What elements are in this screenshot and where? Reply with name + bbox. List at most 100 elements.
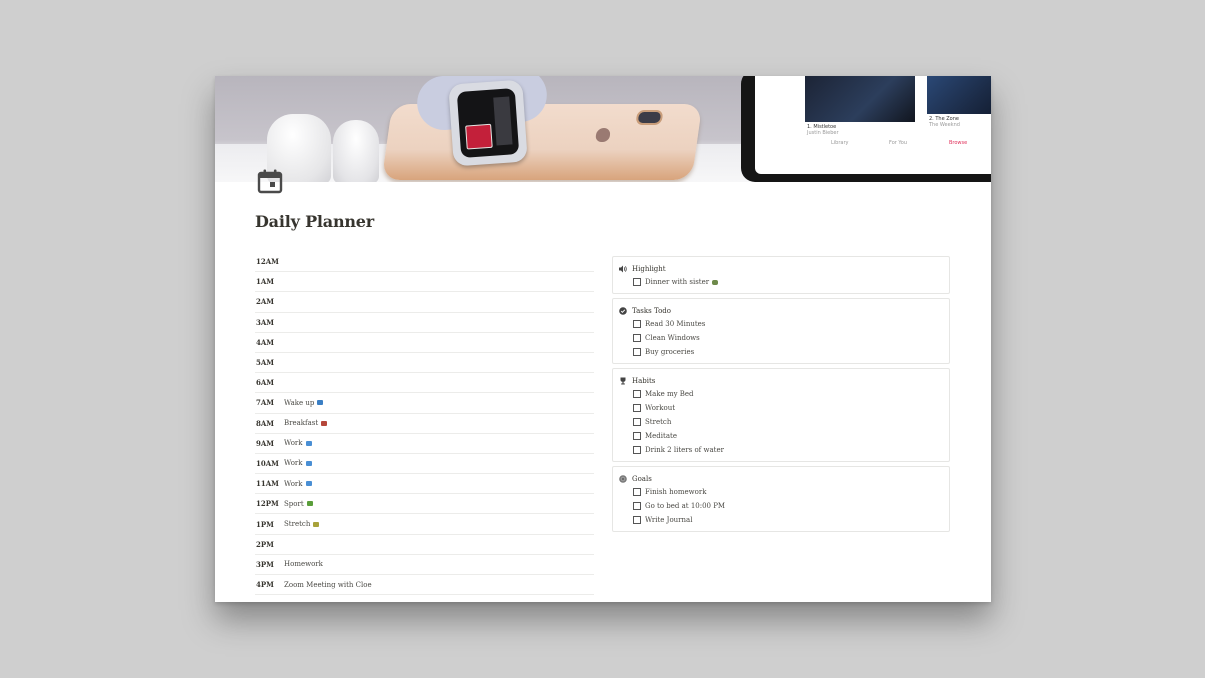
card-title: Goals bbox=[632, 475, 652, 483]
todo-checkbox[interactable] bbox=[633, 446, 641, 454]
card-tasks-todo: Tasks Todo Read 30 Minutes Clean Windows Bu… bbox=[612, 298, 950, 364]
todo-label[interactable]: Drink 2 liters of water bbox=[645, 446, 724, 454]
todo-item: Go to bed at 10:00 PM bbox=[619, 499, 943, 513]
todo-label[interactable]: Read 30 Minutes bbox=[645, 320, 705, 328]
cover-ipad: 1. Mistletoe Justin Bieber 2. The Zone T… bbox=[741, 76, 991, 182]
phone-camera bbox=[635, 110, 664, 125]
schedule-time: 10AM bbox=[256, 458, 279, 468]
todo-label[interactable]: Buy groceries bbox=[645, 348, 694, 356]
todo-item: Read 30 Minutes bbox=[619, 317, 943, 331]
todo-checkbox[interactable] bbox=[633, 334, 641, 342]
schedule-task[interactable]: Zoom Meeting with Cloe bbox=[284, 581, 372, 589]
schedule-row[interactable]: 3PM Homework bbox=[255, 555, 594, 575]
schedule-row[interactable]: 2AM bbox=[255, 292, 594, 313]
target-icon bbox=[619, 475, 627, 483]
schedule-row[interactable]: 7AM Wake up bbox=[255, 393, 594, 414]
laptop-icon bbox=[305, 481, 312, 487]
schedule-time: 12AM bbox=[256, 257, 279, 267]
todo-checkbox[interactable] bbox=[633, 320, 641, 328]
card-habits: Habits Make my Bed Workout Stretch Meditate D… bbox=[612, 368, 950, 462]
todo-label[interactable]: Dinner with sister bbox=[645, 278, 709, 286]
todo-checkbox[interactable] bbox=[633, 278, 641, 286]
card-title: Highlight bbox=[632, 265, 666, 273]
todo-label[interactable]: Make my Bed bbox=[645, 390, 694, 398]
todo-item: Drink 2 liters of water bbox=[619, 443, 943, 457]
todo-checkbox[interactable] bbox=[633, 432, 641, 440]
schedule-task[interactable]: Work bbox=[284, 459, 303, 467]
music-tab-library: Library bbox=[831, 140, 849, 146]
cover-image[interactable]: 1. Mistletoe Justin Bieber 2. The Zone T… bbox=[215, 76, 991, 182]
todo-label[interactable]: Write Journal bbox=[645, 516, 692, 524]
schedule-task[interactable]: Breakfast bbox=[284, 419, 318, 427]
todo-item: Finish homework bbox=[619, 485, 943, 499]
todo-label[interactable]: Workout bbox=[645, 404, 675, 412]
schedule-row[interactable]: 1PM Stretch bbox=[255, 514, 594, 535]
card-header: Goals bbox=[619, 473, 943, 485]
schedule-task[interactable]: Work bbox=[284, 480, 303, 488]
laptop-icon bbox=[305, 460, 312, 466]
card-header: Tasks Todo bbox=[619, 305, 943, 317]
schedule-row[interactable]: 2PM bbox=[255, 535, 594, 555]
schedule-row[interactable]: 3AM bbox=[255, 313, 594, 333]
planner-cards: Highlight Dinner with sister Tasks Todo Rea… bbox=[612, 256, 950, 536]
schedule-task[interactable]: Work bbox=[284, 439, 303, 447]
todo-checkbox[interactable] bbox=[633, 348, 641, 356]
watch-album-art bbox=[465, 123, 493, 150]
schedule-time: 1PM bbox=[256, 519, 274, 529]
todo-item: Meditate bbox=[619, 429, 943, 443]
schedule-row[interactable]: 6AM bbox=[255, 373, 594, 394]
music-tab-browse: Browse bbox=[949, 140, 968, 146]
check-circle-icon bbox=[619, 307, 627, 315]
schedule-time: 4AM bbox=[256, 337, 275, 347]
schedule-task[interactable]: Stretch bbox=[284, 520, 310, 528]
schedule-row[interactable]: 9AM Work bbox=[255, 434, 594, 454]
schedule-time: 7AM bbox=[256, 398, 275, 408]
apple-logo-icon bbox=[595, 128, 611, 142]
schedule-row[interactable]: 11AM Work bbox=[255, 474, 594, 495]
todo-checkbox[interactable] bbox=[633, 404, 641, 412]
todo-label[interactable]: Clean Windows bbox=[645, 334, 700, 342]
schedule-row[interactable]: 4PM Zoom Meeting with Cloe bbox=[255, 575, 594, 596]
schedule-row[interactable]: 4AM bbox=[255, 333, 594, 353]
todo-checkbox[interactable] bbox=[633, 516, 641, 524]
todo-label[interactable]: Stretch bbox=[645, 418, 671, 426]
plate-icon bbox=[712, 279, 719, 285]
schedule-row[interactable]: 5AM bbox=[255, 353, 594, 374]
schedule-task[interactable]: Sport bbox=[284, 500, 304, 508]
todo-item: Clean Windows bbox=[619, 331, 943, 345]
todo-checkbox[interactable] bbox=[633, 418, 641, 426]
music-tab-for-you: For You bbox=[889, 140, 908, 146]
schedule-row[interactable]: 8AM Breakfast bbox=[255, 414, 594, 434]
todo-item: Buy groceries bbox=[619, 345, 943, 359]
card-header: Habits bbox=[619, 375, 943, 387]
schedule-row[interactable]: 1AM bbox=[255, 272, 594, 293]
card-title: Habits bbox=[632, 377, 656, 385]
todo-item: Workout bbox=[619, 401, 943, 415]
card-goals: Goals Finish homework Go to bed at 10:00 P… bbox=[612, 466, 950, 532]
todo-checkbox[interactable] bbox=[633, 488, 641, 496]
cover-apple-watch bbox=[448, 79, 528, 167]
notion-page: 1. Mistletoe Justin Bieber 2. The Zone T… bbox=[215, 76, 991, 602]
schedule-row[interactable]: 10AM Work bbox=[255, 454, 594, 475]
bed-icon bbox=[317, 400, 324, 406]
speaker-icon bbox=[619, 265, 627, 273]
schedule-task[interactable]: Homework bbox=[284, 560, 323, 568]
schedule-task[interactable]: Wake up bbox=[284, 399, 314, 407]
schedule-row[interactable]: 12AM bbox=[255, 252, 594, 273]
todo-label[interactable]: Go to bed at 10:00 PM bbox=[645, 502, 725, 510]
todo-label[interactable]: Meditate bbox=[645, 432, 677, 440]
hourly-schedule: 12AM 1AM 2AM 3AM 4AM 5AM 6AM 7AM Wake up 8AM Break… bbox=[255, 252, 594, 596]
calendar-icon[interactable] bbox=[257, 168, 283, 194]
schedule-row[interactable]: 12PM Sport bbox=[255, 494, 594, 515]
card-title: Tasks Todo bbox=[632, 307, 671, 315]
page-title: Daily Planner bbox=[255, 212, 375, 231]
todo-checkbox[interactable] bbox=[633, 390, 641, 398]
todo-checkbox[interactable] bbox=[633, 502, 641, 510]
album-art-1 bbox=[805, 76, 915, 122]
schedule-time: 5AM bbox=[256, 358, 275, 368]
schedule-time: 2AM bbox=[256, 297, 275, 307]
card-highlight: Highlight Dinner with sister bbox=[612, 256, 950, 294]
schedule-time: 12PM bbox=[256, 499, 279, 509]
todo-item: Write Journal bbox=[619, 513, 943, 527]
todo-label[interactable]: Finish homework bbox=[645, 488, 706, 496]
